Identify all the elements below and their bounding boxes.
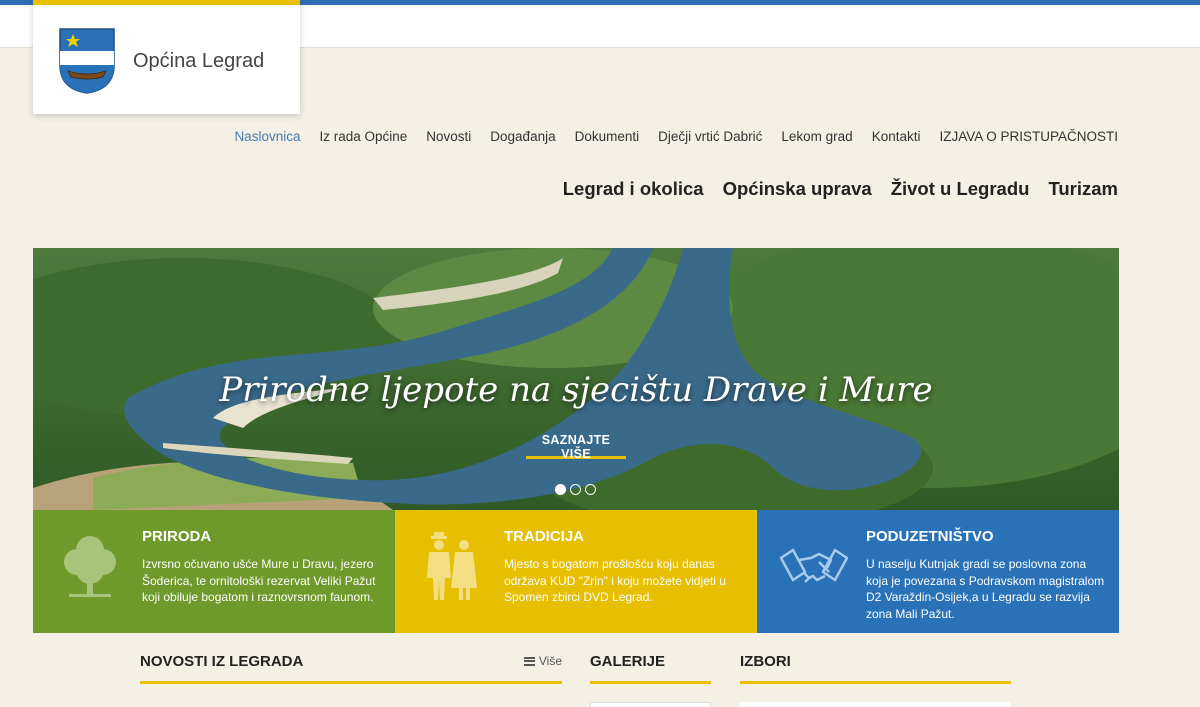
feature-tiles: PRIRODA Izvrsno očuvano ušće Mure u Drav… xyxy=(33,510,1119,633)
news-section-title: NOVOSTI IZ LEGRADA xyxy=(140,653,304,670)
nav-item-lekom-grad[interactable]: Lekom grad xyxy=(781,129,852,144)
tile-poduzetnistvo[interactable]: PODUZETNIŠTVO U naselju Kutnjak gradi se… xyxy=(757,510,1119,633)
site-name: Općina Legrad xyxy=(133,50,265,72)
main-nav-zivot-u-legradu[interactable]: Život u Legradu xyxy=(891,178,1030,200)
coat-of-arms-icon xyxy=(59,28,115,94)
nav-item-dogadanja[interactable]: Događanja xyxy=(490,129,555,144)
tile-title: TRADICIJA xyxy=(504,528,585,545)
tree-icon xyxy=(64,536,116,597)
tile-tradicija[interactable]: TRADICIJA Mjesto s bogatom prošlošću koj… xyxy=(395,510,757,633)
top-navigation: Naslovnica Iz rada Općine Novosti Događa… xyxy=(215,129,1118,144)
hero-title: Prirodne ljepote na sjecištu Drave i Mur… xyxy=(219,370,933,410)
slider-dot-2[interactable] xyxy=(570,484,581,495)
main-nav-turizam[interactable]: Turizam xyxy=(1048,178,1118,200)
learn-more-button[interactable]: SAZNAJTE VIŠE xyxy=(526,433,626,461)
slider-dots xyxy=(555,484,596,495)
tile-priroda[interactable]: PRIRODA Izvrsno očuvano ušće Mure u Drav… xyxy=(33,510,395,633)
slider-dot-3[interactable] xyxy=(585,484,596,495)
folk-couple-icon xyxy=(427,532,477,600)
tile-text: Izvrsno očuvano ušće Mure u Dravu, jezer… xyxy=(142,557,376,604)
handshake-icon xyxy=(779,548,849,583)
gallery-section-header: GALERIJE xyxy=(590,650,711,684)
tile-title: PODUZETNIŠTVO xyxy=(866,528,994,545)
gallery-section-title[interactable]: GALERIJE xyxy=(590,653,665,670)
hero-slider: Prirodne ljepote na sjecištu Drave i Mur… xyxy=(33,248,1119,510)
tile-text: Mjesto s bogatom prošlošću koju danas od… xyxy=(504,557,726,604)
nav-item-djecji-vrtic[interactable]: Dječji vrtić Dabrić xyxy=(658,129,762,144)
news-section-header: NOVOSTI IZ LEGRADA Više xyxy=(140,650,562,684)
gallery-card-stub xyxy=(590,702,711,707)
more-news-link[interactable]: Više xyxy=(523,654,562,668)
site-logo[interactable]: Općina Legrad xyxy=(33,0,300,114)
main-nav-opcinska-uprava[interactable]: Općinska uprava xyxy=(723,178,872,200)
nav-item-dokumenti[interactable]: Dokumenti xyxy=(575,129,640,144)
tile-title: PRIRODA xyxy=(142,528,212,545)
elections-card-stub xyxy=(740,702,1011,707)
main-navigation: Legrad i okolica Općinska uprava Život u… xyxy=(544,178,1118,200)
elections-section-title[interactable]: IZBORI xyxy=(740,653,791,670)
list-icon xyxy=(523,656,535,666)
nav-item-kontakti[interactable]: Kontakti xyxy=(872,129,921,144)
nav-item-iz-rada-opcine[interactable]: Iz rada Općine xyxy=(319,129,407,144)
main-nav-legrad-i-okolica[interactable]: Legrad i okolica xyxy=(563,178,704,200)
nav-item-izjava[interactable]: IZJAVA O PRISTUPAČNOSTI xyxy=(939,129,1118,144)
more-label: Više xyxy=(538,654,562,668)
slider-dot-1[interactable] xyxy=(555,484,566,495)
elections-section-header: IZBORI xyxy=(740,650,1011,684)
nav-item-novosti[interactable]: Novosti xyxy=(426,129,471,144)
nav-item-naslovnica[interactable]: Naslovnica xyxy=(234,129,300,144)
tile-text: U naselju Kutnjak gradi se poslovna zona… xyxy=(866,557,1105,621)
